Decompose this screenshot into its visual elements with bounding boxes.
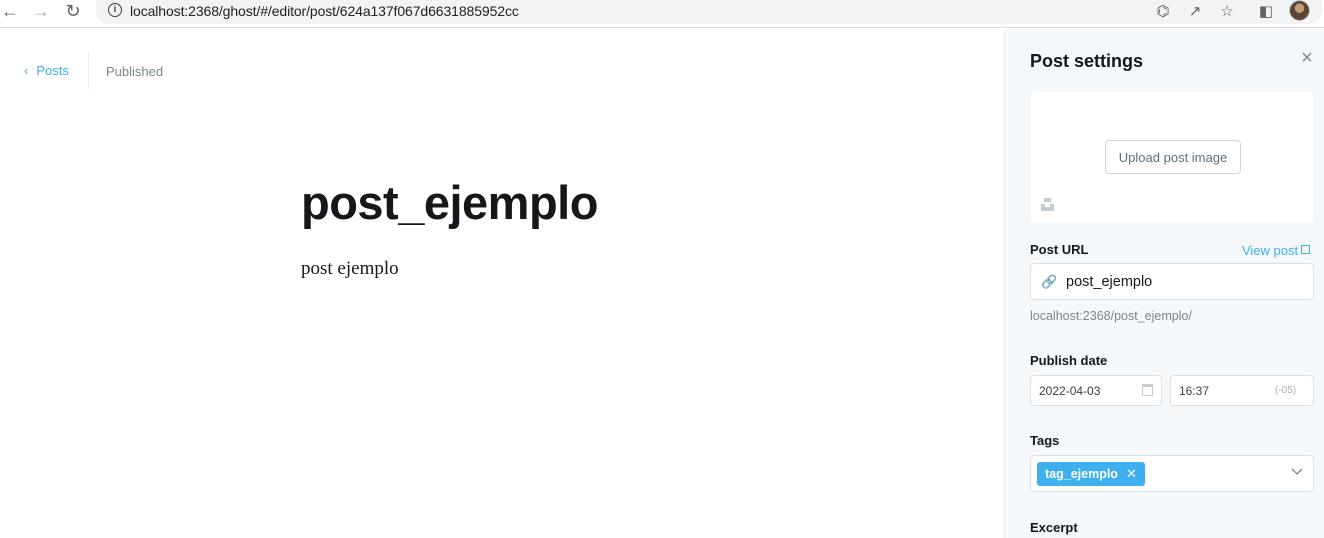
date-value[interactable]: 2022-04-03 — [1039, 384, 1100, 398]
post-body-editor[interactable]: post ejemplo — [301, 258, 399, 280]
view-post-link[interactable]: View post — [1242, 243, 1311, 258]
upload-image-button[interactable]: Upload post image — [1105, 140, 1241, 174]
post-url-hint: localhost:2368/post_ejemplo/ — [1030, 309, 1192, 323]
post-url-input[interactable]: 🔗 post_ejemplo — [1030, 263, 1314, 300]
post-image-dropzone[interactable]: Upload post image — [1030, 92, 1314, 222]
publish-date-input[interactable]: 2022-04-03 — [1030, 375, 1162, 406]
back-to-posts-link[interactable]: ‹ Posts — [24, 63, 69, 78]
back-link-label: Posts — [36, 63, 69, 78]
editor-area: ‹ Posts Published post_ejemplo post ejem… — [0, 29, 1004, 538]
post-url-label: Post URL — [1030, 242, 1089, 257]
tags-input[interactable]: tag_ejemplo ✕ — [1030, 455, 1314, 492]
tag-label: tag_ejemplo — [1045, 467, 1118, 481]
sidepanel-icon[interactable]: ◧ — [1256, 2, 1276, 20]
publish-date-label: Publish date — [1030, 353, 1108, 368]
tag-pill[interactable]: tag_ejemplo ✕ — [1037, 462, 1145, 486]
link-icon: 🔗 — [1041, 274, 1058, 289]
reload-icon[interactable]: ↻ — [61, 0, 85, 22]
avatar[interactable] — [1289, 0, 1310, 21]
url-text[interactable]: localhost:2368/ghost/#/editor/post/624a1… — [130, 3, 519, 19]
calendar-icon[interactable] — [1142, 384, 1153, 396]
slug-value[interactable]: post_ejemplo — [1066, 274, 1152, 290]
time-value[interactable]: 16:37 — [1179, 384, 1209, 398]
divider — [88, 51, 89, 89]
post-settings-panel: Post settings × Upload post image Post U… — [1004, 29, 1324, 538]
close-icon[interactable]: × — [1299, 48, 1315, 68]
back-icon[interactable]: ← — [0, 0, 22, 22]
remove-tag-icon[interactable]: ✕ — [1126, 466, 1137, 482]
browser-toolbar: ← → ↻ i localhost:2368/ghost/#/editor/po… — [0, 0, 1324, 28]
external-link-icon — [1301, 245, 1311, 254]
share-icon[interactable]: ↗ — [1185, 2, 1205, 20]
publish-time-input[interactable]: 16:37 (-05) — [1170, 375, 1314, 406]
chevron-down-icon[interactable] — [1290, 464, 1304, 478]
panel-title: Post settings — [1030, 51, 1144, 71]
view-post-label: View post — [1242, 243, 1299, 258]
post-status: Published — [106, 64, 164, 79]
star-icon[interactable]: ☆ — [1217, 2, 1237, 20]
forward-icon[interactable]: → — [29, 0, 53, 22]
info-icon[interactable]: i — [108, 3, 122, 17]
chevron-left-icon: ‹ — [24, 63, 29, 78]
post-title-input[interactable]: post_ejemplo — [301, 179, 598, 226]
excerpt-label: Excerpt — [1030, 520, 1078, 535]
unsplash-icon[interactable] — [1041, 198, 1054, 211]
address-bar[interactable]: i localhost:2368/ghost/#/editor/post/624… — [96, 0, 1322, 24]
translate-icon[interactable]: ⌬ — [1153, 2, 1173, 20]
tags-label: Tags — [1030, 433, 1060, 448]
timezone-label: (-05) — [1275, 385, 1297, 396]
